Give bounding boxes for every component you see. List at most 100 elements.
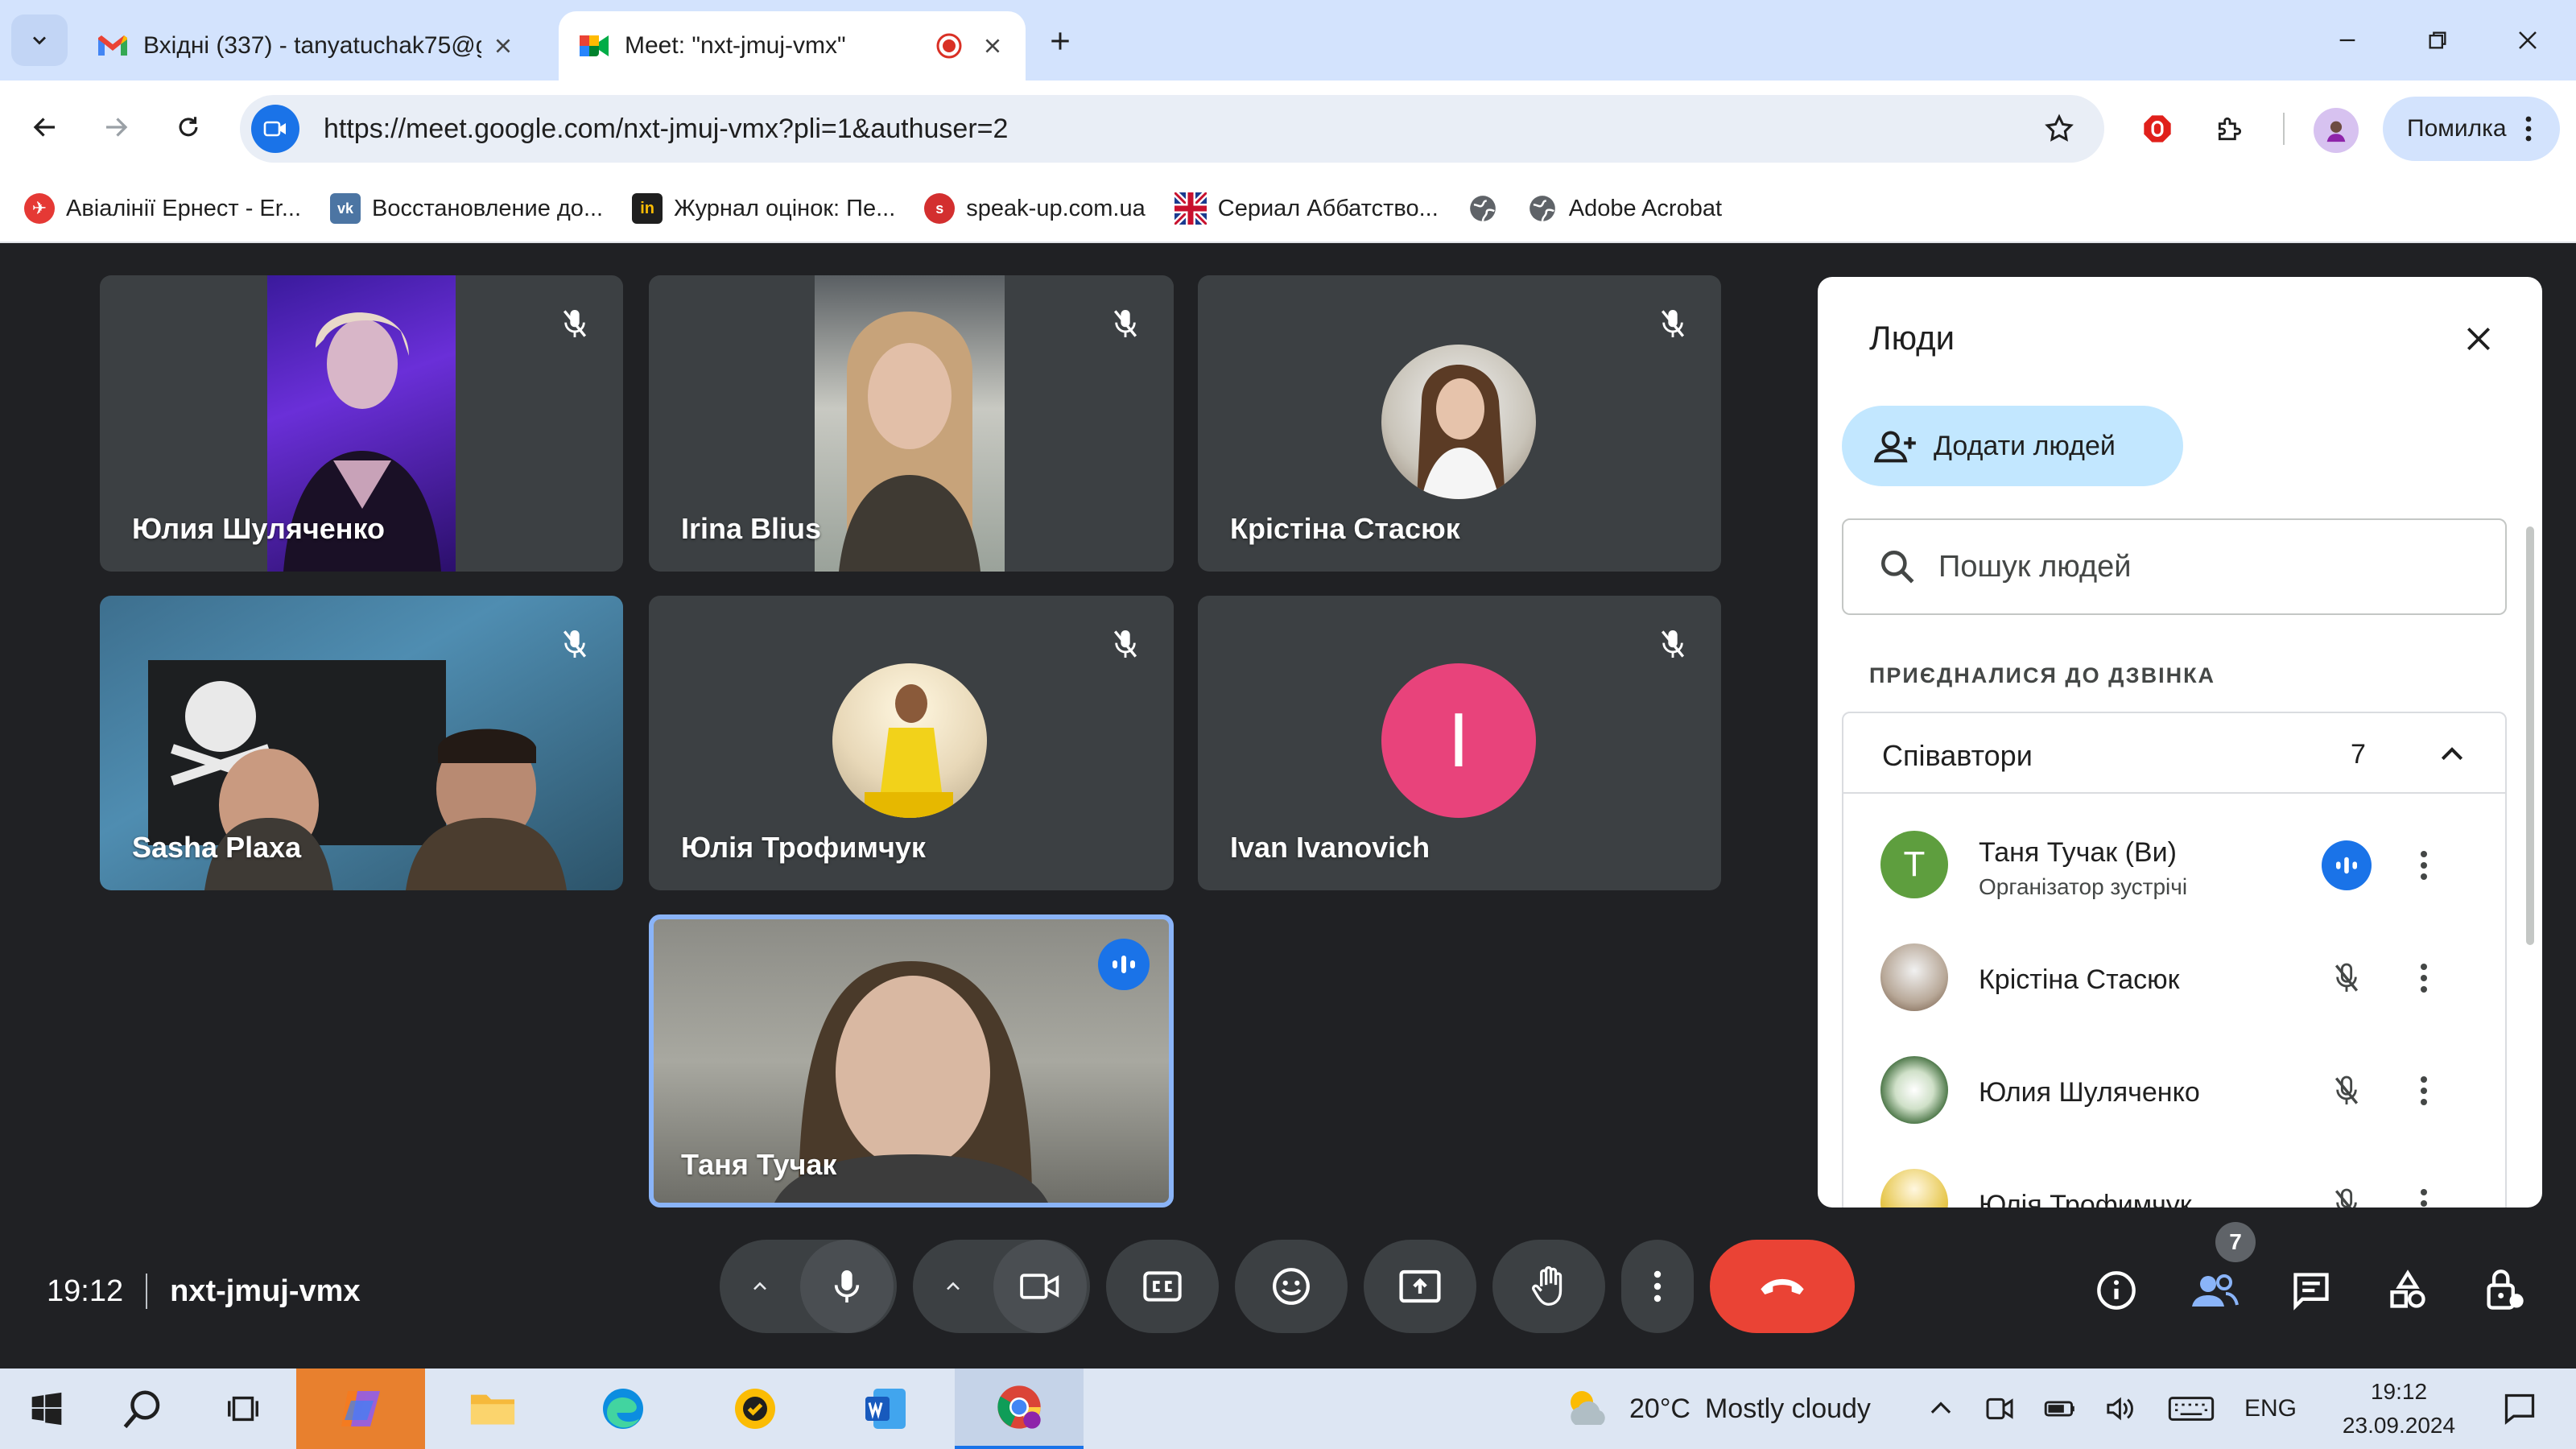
back-button[interactable] [21,103,69,151]
camera-button[interactable] [993,1240,1087,1333]
meeting-clock: 19:12 [47,1274,124,1308]
bookmark-item[interactable]: s speak-up.com.ua [924,193,1146,224]
reactions-button[interactable] [1235,1240,1348,1333]
participant-more-button[interactable] [2399,1179,2449,1208]
add-people-button[interactable]: Додати людей [1842,406,2183,486]
participant-row[interactable]: Крістіна Стасюк [1818,921,2542,1034]
more-options-button[interactable] [1621,1240,1694,1333]
raise-hand-button[interactable] [1492,1240,1605,1333]
videocam-icon [1020,1274,1059,1299]
host-controls-button[interactable] [2476,1262,2533,1319]
participant-more-button[interactable] [2399,1066,2449,1116]
bookmark-item[interactable]: vk Восстановление до... [330,193,603,224]
minimize-button[interactable] [2323,18,2372,63]
meeting-details-button[interactable] [2088,1262,2145,1319]
partly-cloudy-icon [1571,1391,1605,1425]
chat-button[interactable] [2283,1262,2339,1319]
mic-button[interactable] [800,1240,894,1333]
present-screen-button[interactable] [1364,1240,1476,1333]
close-icon[interactable] [982,35,1003,56]
search-people-field[interactable]: Пошук людей [1842,518,2507,615]
panel-scrollbar[interactable] [2526,526,2534,945]
people-panel: Люди Додати людей Пошук людей ПРИЄДНАЛИС… [1818,277,2542,1208]
keyboard-icon[interactable] [2165,1393,2217,1425]
clock-widget[interactable]: 19:12 23.09.2024 [2334,1375,2463,1443]
chevron-up-icon[interactable] [1926,1393,1956,1424]
participant-more-button[interactable] [2399,840,2449,890]
chevron-down-icon [33,36,46,45]
profile-avatar[interactable] [2314,108,2359,153]
activities-button[interactable] [2380,1262,2436,1319]
restore-button[interactable] [2413,18,2462,63]
taskbar-app-chrome[interactable] [955,1368,1084,1449]
participant-tile[interactable]: Sasha Plaxa [100,596,623,890]
participant-tile[interactable]: Юлія Трофимчук [649,596,1174,890]
tab-search-button[interactable] [11,14,68,66]
search-taskbar-button[interactable] [93,1368,193,1449]
tab-meet[interactable]: Meet: "nxt-jmuj-vmx" [559,11,1026,80]
captions-button[interactable] [1106,1240,1219,1333]
participant-tile[interactable]: Крістіна Стасюк [1198,275,1721,572]
leave-call-button[interactable] [1710,1240,1855,1333]
video-settings-button[interactable] [913,1240,993,1333]
task-view-button[interactable] [193,1368,293,1449]
taskbar-app-word[interactable] [821,1368,950,1449]
self-view-tile[interactable]: Таня Тучак [649,914,1174,1208]
participant-row[interactable]: Юлия Шуляченко [1818,1034,2542,1146]
bookmark-item[interactable]: ✈ Авіалінії Ернест - Er... [24,193,301,224]
mic-off-indicator [1101,620,1150,668]
extension-button[interactable] [2133,105,2182,153]
site-info-button[interactable] [251,105,299,153]
more-vert-icon [2421,851,2427,880]
meeting-code[interactable]: nxt-jmuj-vmx [170,1274,360,1309]
volume-icon[interactable] [2104,1393,2138,1425]
bookmark-item[interactable] [1468,193,1498,224]
battery-icon[interactable] [2043,1393,2077,1425]
info-icon [2097,1271,2136,1310]
start-button[interactable] [0,1368,93,1449]
participant-row[interactable]: Юлія Трофимчук [1818,1146,2542,1208]
notifications-button[interactable] [2479,1368,2560,1449]
participant-name: Ivan Ivanovich [1230,831,1430,864]
close-panel-button[interactable] [2450,311,2507,367]
url-text[interactable]: https://meet.google.com/nxt-jmuj-vmx?pli… [324,114,1008,145]
window-close-button[interactable] [2504,18,2552,63]
audio-settings-button[interactable] [720,1240,800,1333]
participant-tile[interactable]: Irina Blius [649,275,1174,572]
taskbar-app-norton[interactable] [691,1368,819,1449]
globe-icon [1529,196,1555,221]
people-button[interactable] [2185,1262,2244,1319]
bookmark-item[interactable]: Adobe Acrobat [1527,193,1722,224]
participant-more-button[interactable] [2399,953,2449,1003]
language-indicator[interactable]: ENG [2244,1395,2297,1422]
toolbar-divider [2283,113,2285,145]
participant-tile[interactable]: Юлия Шуляченко [100,275,623,572]
meet-tray-icon[interactable] [1984,1393,2016,1425]
extensions-menu-button[interactable] [2206,105,2254,153]
forward-button[interactable] [92,103,140,151]
taskbar-app-explorer[interactable] [428,1368,557,1449]
taskbar-app-copilot[interactable] [296,1368,425,1449]
tray-time: 19:12 [2370,1379,2428,1404]
windows-taskbar: 20°C Mostly cloudy ENG 19:12 23.09.2024 [0,1368,2576,1449]
bookmark-item[interactable]: in Журнал оцінок: Пе... [632,193,895,224]
speaking-indicator [2322,840,2372,890]
taskbar-app-edge[interactable] [559,1368,687,1449]
group-header[interactable]: Співавтори 7 [1843,713,2505,794]
close-icon[interactable] [493,35,514,56]
star-icon[interactable] [2043,113,2075,145]
new-tab-button[interactable] [1038,19,1082,63]
bookmark-item[interactable]: Сериал Аббатство... [1174,192,1439,225]
avatar-icon [2326,121,2346,142]
participant-tile[interactable]: I Ivan Ivanovich [1198,596,1721,890]
more-vert-icon [2421,1076,2427,1105]
tab-gmail[interactable]: Вхідні (337) - tanyatuchak75@g [80,11,547,80]
arrow-right-icon [106,118,128,137]
profile-error-button[interactable]: Помилка [2383,97,2560,161]
person-add-icon [1874,431,1916,463]
participant-row[interactable]: T Таня Тучак (Ви) Організатор зустрічі [1818,808,2542,921]
weather-widget[interactable]: 20°C Mostly cloudy [1562,1368,1871,1449]
people-count-badge: 7 [2215,1222,2256,1262]
address-bar[interactable]: https://meet.google.com/nxt-jmuj-vmx?pli… [240,95,2104,163]
reload-button[interactable] [164,103,213,151]
